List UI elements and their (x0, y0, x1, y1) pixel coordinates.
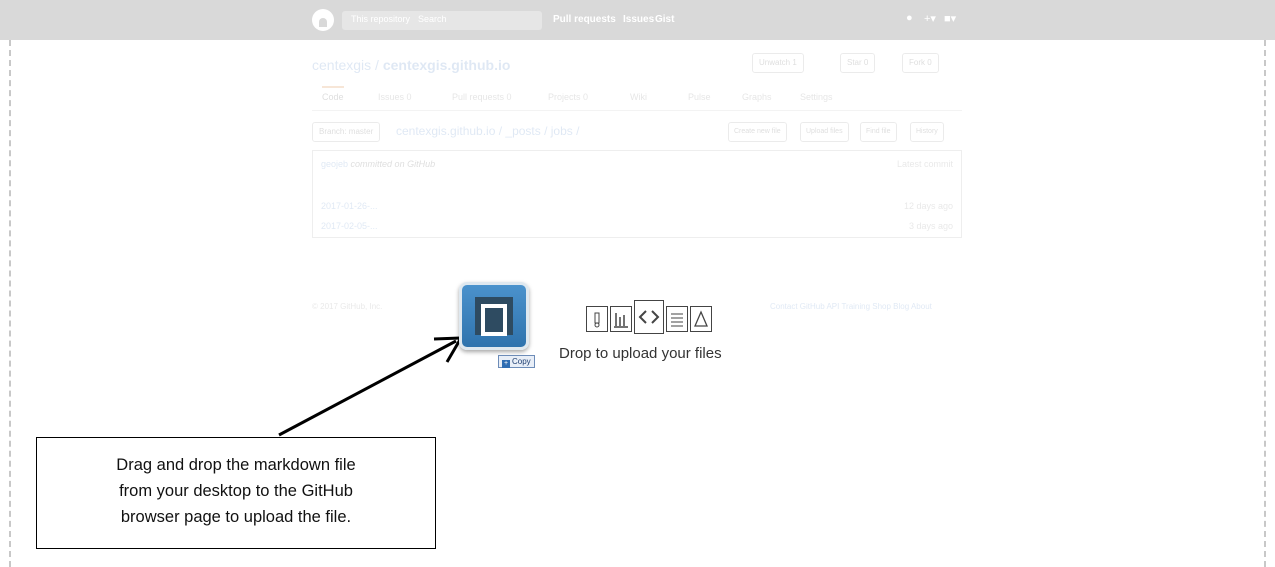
dragged-file-app-icon[interactable] (459, 282, 529, 350)
callout-line: from your desktop to the GitHub (119, 482, 353, 500)
chart-file-icon (610, 306, 632, 332)
code-file-icon (634, 300, 664, 334)
pdf-file-icon (690, 306, 712, 332)
instruction-callout: Drag and drop the markdown file from you… (36, 437, 436, 549)
callout-line: Drag and drop the markdown file (116, 456, 356, 474)
drop-to-upload-text: Drop to upload your files (559, 345, 722, 362)
callout-line: browser page to upload the file. (120, 508, 352, 526)
archive-file-icon (586, 306, 608, 332)
copy-badge: + Copy (498, 355, 535, 368)
text-file-icon (666, 306, 688, 332)
plus-icon: + (502, 360, 510, 368)
